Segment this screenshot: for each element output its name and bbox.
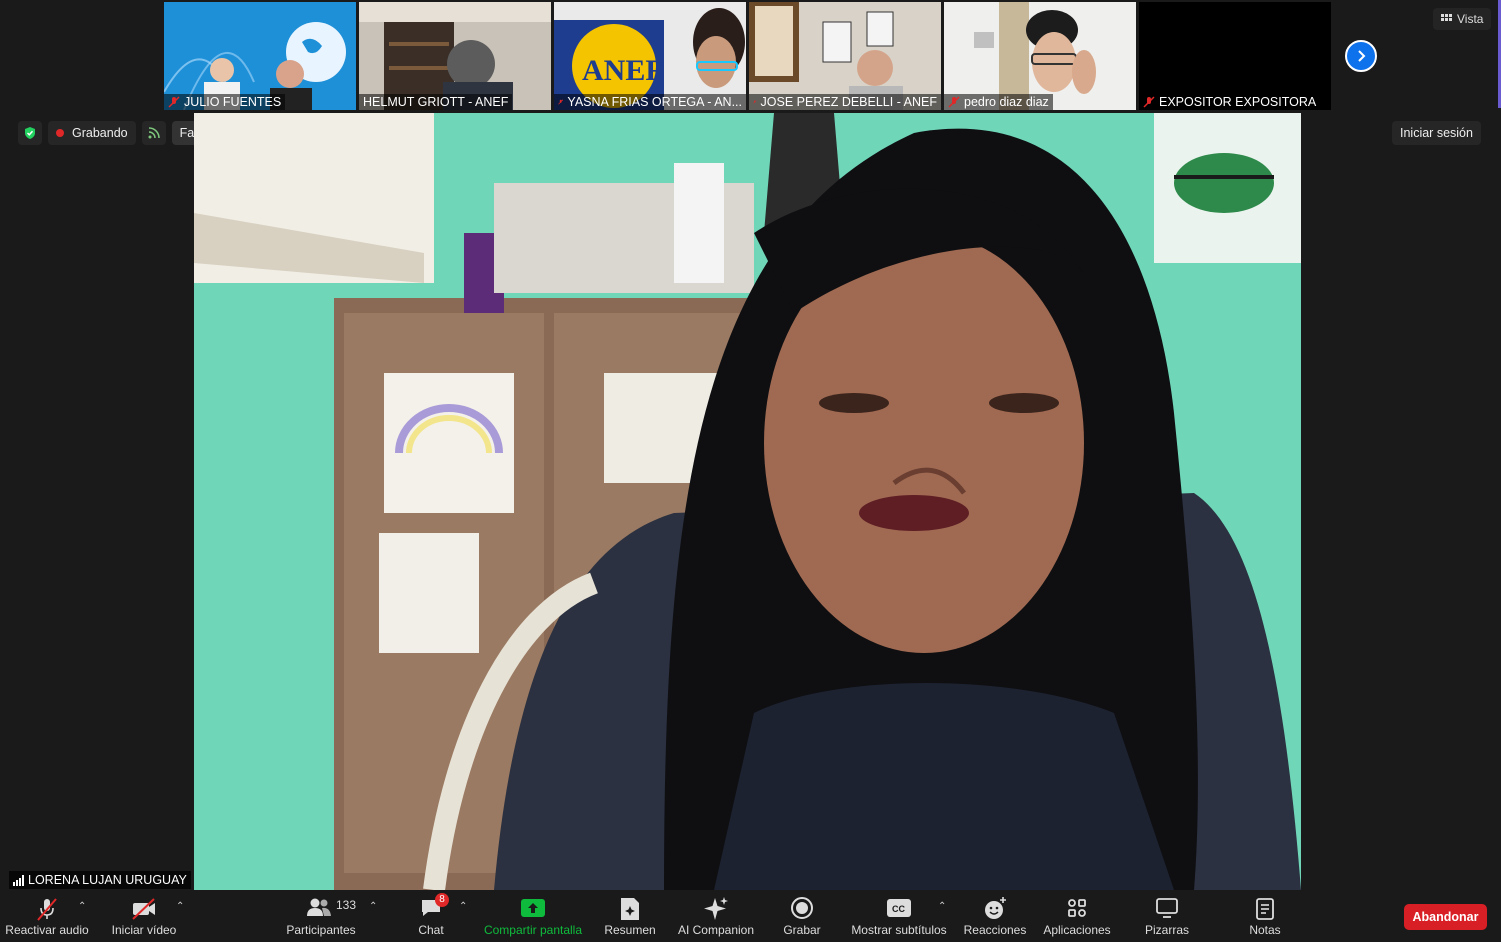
signal-strength-icon bbox=[13, 874, 24, 886]
chat-caret-icon[interactable]: ⌃ bbox=[459, 901, 467, 912]
speaker-video-frame bbox=[194, 113, 1301, 890]
tile-name-label: EXPOSITOR EXPOSITORA bbox=[1139, 94, 1320, 110]
shield-check-icon bbox=[25, 127, 35, 139]
leave-meeting-button[interactable]: Abandonar bbox=[1404, 904, 1487, 930]
mic-muted-icon bbox=[558, 99, 564, 105]
tile-name-label: HELMUT GRIOTT - ANEF bbox=[359, 94, 513, 110]
svg-text:CC: CC bbox=[892, 904, 905, 914]
apps-icon bbox=[1068, 899, 1086, 917]
record-icon bbox=[791, 897, 813, 919]
view-button[interactable]: Vista bbox=[1433, 8, 1492, 30]
participant-tile-expositor[interactable]: EXPOSITOR EXPOSITORA bbox=[1139, 2, 1331, 110]
participant-tile-julio[interactable]: JULIO FUENTES bbox=[164, 2, 356, 110]
participants-count: 133 bbox=[336, 898, 357, 912]
recording-dot-icon bbox=[56, 129, 64, 137]
mic-muted-icon bbox=[948, 96, 960, 108]
start-video-button[interactable]: Iniciar vídeo bbox=[104, 891, 184, 942]
mic-muted-icon bbox=[37, 898, 57, 921]
participant-tile-pedro[interactable]: pedro diaz diaz bbox=[944, 2, 1136, 110]
notes-button[interactable]: Notas bbox=[1244, 891, 1286, 942]
record-button[interactable]: Grabar bbox=[778, 891, 826, 942]
recording-indicator[interactable]: Grabando bbox=[48, 121, 136, 145]
active-speaker-video bbox=[194, 113, 1301, 890]
share-screen-icon bbox=[521, 899, 545, 917]
security-shield-button[interactable] bbox=[18, 121, 42, 145]
mic-muted-icon bbox=[753, 100, 757, 104]
live-stream-button[interactable] bbox=[141, 121, 166, 145]
thumbnail-strip: JULIO FUENTES HELMUT GRIOTT - ANEF ANEF bbox=[164, 2, 1331, 110]
apps-button[interactable]: Aplicaciones bbox=[1040, 891, 1114, 942]
chat-button[interactable]: 8 Chat bbox=[410, 891, 452, 942]
chevron-right-icon bbox=[1358, 50, 1366, 62]
share-screen-button[interactable]: Compartir pantalla bbox=[480, 891, 586, 942]
summary-doc-icon bbox=[621, 898, 639, 920]
sparkle-icon bbox=[704, 897, 728, 920]
participants-caret-icon[interactable]: ⌃ bbox=[369, 901, 377, 912]
grid-view-icon bbox=[1441, 13, 1452, 21]
unmute-button[interactable]: Reactivar audio bbox=[4, 891, 90, 942]
meeting-toolbar: Reactivar audio ⌃ Iniciar vídeo ⌃ 133 Pa… bbox=[0, 891, 1501, 942]
video-off-icon bbox=[132, 898, 155, 920]
participants-button[interactable]: 133 Participantes bbox=[282, 891, 360, 942]
tile-name-label: pedro diaz diaz bbox=[944, 94, 1053, 110]
active-speaker-name: LORENA LUJAN URUGUAY bbox=[9, 871, 191, 889]
tile-name-label: YASNA FRIAS ORTEGA - AN... bbox=[554, 94, 746, 110]
mic-muted-icon bbox=[168, 96, 180, 108]
summary-button[interactable]: Resumen bbox=[600, 891, 660, 942]
chat-unread-badge: 8 bbox=[435, 893, 449, 907]
participant-tile-helmut[interactable]: HELMUT GRIOTT - ANEF bbox=[359, 2, 551, 110]
participant-tile-yasna[interactable]: ANEF YASNA FRIAS ORTEGA - AN... bbox=[554, 2, 746, 110]
next-page-button[interactable] bbox=[1345, 40, 1377, 72]
participants-icon bbox=[307, 898, 331, 916]
smiley-add-icon bbox=[985, 897, 1006, 919]
svg-text:ANEF: ANEF bbox=[582, 54, 664, 87]
notes-icon bbox=[1256, 898, 1274, 920]
reactions-button[interactable]: Reacciones bbox=[962, 891, 1028, 942]
participant-tile-jose[interactable]: JOSE PEREZ DEBELLI - ANEF bbox=[749, 2, 941, 110]
whiteboard-icon bbox=[1156, 898, 1178, 918]
ai-companion-button[interactable]: AI Companion bbox=[672, 891, 760, 942]
captions-caret-icon[interactable]: ⌃ bbox=[938, 901, 946, 912]
closed-captions-icon: CC bbox=[887, 899, 911, 917]
mic-muted-icon bbox=[1143, 96, 1155, 108]
sign-in-button[interactable]: Iniciar sesión bbox=[1392, 121, 1481, 145]
tile-name-label: JULIO FUENTES bbox=[164, 94, 286, 110]
whiteboards-button[interactable]: Pizarras bbox=[1140, 891, 1194, 942]
captions-button[interactable]: CC Mostrar subtítulos bbox=[848, 891, 950, 942]
tile-name-label: JOSE PEREZ DEBELLI - ANEF bbox=[749, 94, 941, 110]
video-options-caret-icon[interactable]: ⌃ bbox=[176, 901, 184, 912]
broadcast-icon bbox=[148, 127, 160, 139]
audio-options-caret-icon[interactable]: ⌃ bbox=[78, 901, 86, 912]
